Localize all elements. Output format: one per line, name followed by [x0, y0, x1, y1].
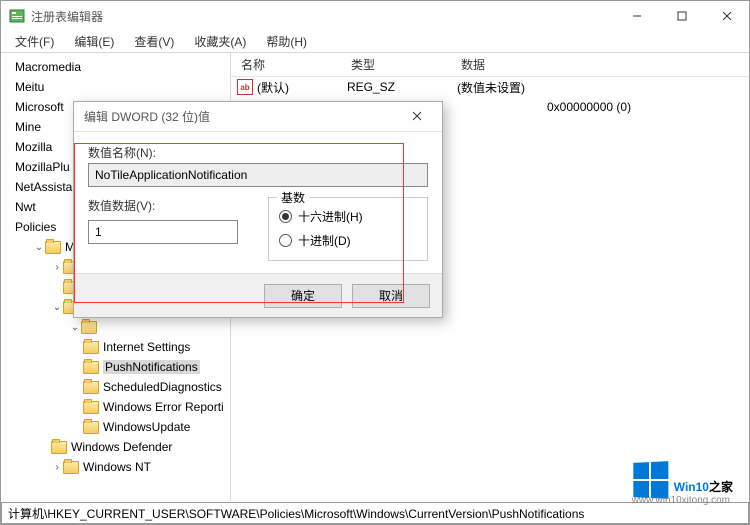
- list-header: 名称 类型 数据: [231, 53, 749, 77]
- value-data-extra: 0x00000000 (0): [547, 100, 631, 114]
- radio-dec[interactable]: 十进制(D): [279, 228, 417, 252]
- windows-logo-icon: [633, 461, 668, 499]
- col-name-header[interactable]: 名称: [231, 56, 341, 73]
- tree-item[interactable]: Windows Defender: [1, 437, 230, 457]
- statusbar-path: 计算机\HKEY_CURRENT_USER\SOFTWARE\Policies\…: [8, 505, 584, 522]
- folder-icon: [83, 421, 99, 434]
- tree-item[interactable]: Internet Settings: [1, 337, 230, 357]
- radio-hex[interactable]: 十六进制(H): [279, 204, 417, 228]
- menu-file[interactable]: 文件(F): [5, 31, 64, 52]
- tree-item-selected[interactable]: PushNotifications: [1, 357, 230, 377]
- dialog-close-button[interactable]: [402, 110, 432, 124]
- menu-view[interactable]: 查看(V): [124, 31, 184, 52]
- dialog-title: 编辑 DWORD (32 位)值: [84, 108, 210, 125]
- cancel-button[interactable]: 取消: [352, 284, 430, 308]
- menubar: 文件(F) 编辑(E) 查看(V) 收藏夹(A) 帮助(H): [1, 31, 749, 53]
- folder-icon: [45, 241, 61, 254]
- close-button[interactable]: [704, 1, 749, 31]
- chevron-right-icon[interactable]: ›: [51, 462, 63, 473]
- dialog-body: 数值名称(N): 数值数据(V): 基数 十六进制(H) 十进制(D): [74, 132, 442, 273]
- folder-icon: [81, 321, 97, 334]
- tree-item[interactable]: Meitu: [1, 77, 230, 97]
- chevron-down-icon[interactable]: ⌄: [33, 242, 45, 253]
- chevron-right-icon[interactable]: ›: [51, 262, 63, 273]
- folder-icon: [51, 441, 67, 454]
- value-label: 数值数据(V):: [88, 197, 238, 214]
- tree-item[interactable]: Macromedia: [1, 57, 230, 77]
- folder-icon: [83, 401, 99, 414]
- ok-button[interactable]: 确定: [264, 284, 342, 308]
- tree-item[interactable]: WindowsUpdate: [1, 417, 230, 437]
- radio-icon: [279, 234, 292, 247]
- tree-item[interactable]: Windows Error Reporti: [1, 397, 230, 417]
- list-row[interactable]: ab (默认) REG_SZ (数值未设置): [231, 77, 749, 97]
- tree-item[interactable]: ScheduledDiagnostics: [1, 377, 230, 397]
- edit-dword-dialog: 编辑 DWORD (32 位)值 数值名称(N): 数值数据(V): 基数 十六…: [73, 101, 443, 318]
- folder-icon: [63, 461, 79, 474]
- radix-legend: 基数: [277, 189, 309, 206]
- window-titlebar: 注册表编辑器: [1, 1, 749, 31]
- value-data-input[interactable]: [88, 220, 238, 244]
- tree-item[interactable]: ⌄: [1, 317, 230, 337]
- col-data-header[interactable]: 数据: [451, 56, 749, 73]
- window-controls: [614, 1, 749, 31]
- menu-edit[interactable]: 编辑(E): [64, 31, 124, 52]
- dialog-titlebar: 编辑 DWORD (32 位)值: [74, 102, 442, 132]
- minimize-button[interactable]: [614, 1, 659, 31]
- radix-group: 基数 十六进制(H) 十进制(D): [268, 197, 428, 261]
- window-title: 注册表编辑器: [31, 8, 614, 25]
- folder-icon: [83, 361, 99, 374]
- regedit-icon: [9, 8, 25, 24]
- value-name-input[interactable]: [88, 163, 428, 187]
- string-value-icon: ab: [237, 79, 253, 95]
- menu-help[interactable]: 帮助(H): [256, 31, 317, 52]
- radio-icon: [279, 210, 292, 223]
- menu-fav[interactable]: 收藏夹(A): [184, 31, 256, 52]
- col-type-header[interactable]: 类型: [341, 56, 451, 73]
- maximize-button[interactable]: [659, 1, 704, 31]
- value-name: (默认): [257, 79, 347, 96]
- dialog-buttons: 确定 取消: [74, 273, 442, 317]
- chevron-down-icon[interactable]: ⌄: [69, 322, 81, 333]
- tree-item[interactable]: ›Windows NT: [1, 457, 230, 477]
- name-label: 数值名称(N):: [88, 144, 428, 161]
- folder-icon: [83, 381, 99, 394]
- value-type: REG_SZ: [347, 80, 457, 94]
- watermark: Win10之家: [632, 462, 733, 498]
- value-data: (数值未设置): [457, 79, 749, 96]
- folder-icon: [83, 341, 99, 354]
- chevron-down-icon[interactable]: ⌄: [51, 302, 63, 313]
- watermark-url: www.win10xitong.com: [632, 495, 730, 506]
